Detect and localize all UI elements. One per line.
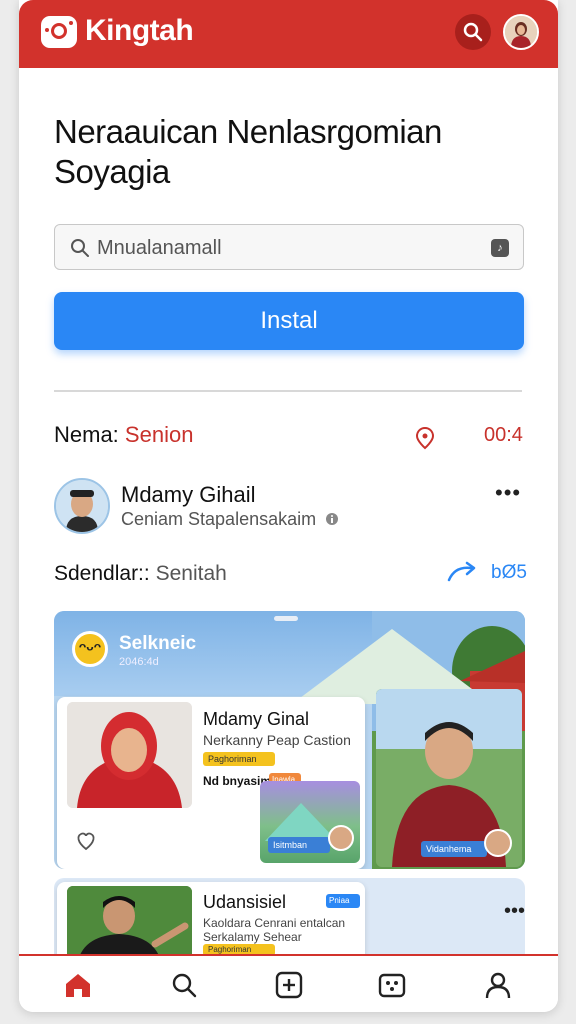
count-value: 00:4	[484, 424, 523, 446]
inner-post-card[interactable]: Mdamy Ginal Nerkanny Peap Castion Paghor…	[57, 697, 365, 869]
post-photo[interactable]	[67, 702, 192, 808]
schedule-value: Senitah	[155, 562, 227, 585]
post-author-2: Udansisiel	[203, 892, 287, 912]
camera-logo-icon	[41, 16, 77, 48]
bottom-nav	[19, 954, 558, 1012]
person-label: Vidanhema	[421, 841, 487, 857]
search-icon[interactable]	[169, 970, 199, 1000]
smiley-icon: ᵔᵕᵔ	[72, 631, 108, 667]
more-options-icon[interactable]: •••	[504, 900, 525, 923]
search-button[interactable]	[455, 14, 491, 50]
more-options-icon[interactable]: •••	[495, 480, 521, 506]
post-line-1: Kaoldara Cenrani entalcan	[203, 916, 346, 930]
category-tag[interactable]: Paghoriman	[203, 752, 275, 766]
post-subtitle: Nerkanny Peap Castion	[203, 732, 351, 748]
heart-icon[interactable]	[75, 831, 97, 851]
person-avatar	[484, 829, 512, 857]
profile-icon[interactable]	[483, 970, 513, 1000]
info-icon	[326, 513, 339, 525]
schedule-label: Sdendlar::	[54, 562, 150, 585]
share-count: bØ5	[491, 562, 527, 583]
feed-card[interactable]: ᵔᵕᵔ Selkneic 2046:4d Mdamy Ginal Nerkann…	[54, 611, 525, 869]
card-title: Selkneic	[119, 633, 197, 654]
card-subtitle: 2046:4d	[119, 656, 159, 668]
thumbnail-avatar	[328, 825, 354, 851]
profile-avatar[interactable]	[54, 478, 110, 534]
thumbnail-photo[interactable]: Isitmban	[260, 781, 360, 863]
app-screen: Kingtah Neraauican Nenlasrgomian Soyagia…	[19, 0, 558, 1012]
location-pin-icon[interactable]	[415, 426, 435, 450]
gallery-icon[interactable]	[377, 970, 407, 1000]
add-icon[interactable]	[274, 970, 304, 1000]
search-icon	[463, 22, 483, 42]
post-author: Mdamy Ginal	[203, 709, 310, 729]
install-button[interactable]: Instal	[54, 292, 524, 350]
search-icon	[71, 239, 89, 257]
thumbnail-label: Isitmban	[268, 837, 330, 853]
name-row: Nema: Senion	[54, 422, 193, 448]
profile-name: Mdamy Gihail	[121, 482, 256, 507]
home-icon[interactable]	[63, 970, 93, 1000]
name-label: Nema:	[54, 422, 119, 447]
schedule-row: Sdendlar:: Senitah	[54, 562, 227, 586]
badge: Pniaa	[326, 894, 360, 908]
search-value: Mnualanamall	[97, 237, 222, 259]
page-title: Neraauican Nenlasrgomian Soyagia	[54, 113, 442, 190]
search-input[interactable]: Mnualanamall ♪	[54, 224, 524, 270]
name-value: Senion	[124, 422, 194, 447]
top-bar: Kingtah	[19, 0, 558, 68]
user-avatar[interactable]	[503, 14, 539, 50]
post-line-2: Serkalamy Sehear	[203, 930, 302, 944]
profile-subtitle: Ceniam Stapalensakaim	[121, 509, 339, 530]
drag-handle[interactable]	[274, 616, 298, 621]
app-title: Kingtah	[85, 14, 194, 47]
mic-icon[interactable]: ♪	[491, 239, 509, 257]
divider	[54, 390, 522, 392]
person-photo[interactable]: Vidanhema	[376, 689, 522, 867]
share-icon[interactable]	[447, 560, 481, 584]
